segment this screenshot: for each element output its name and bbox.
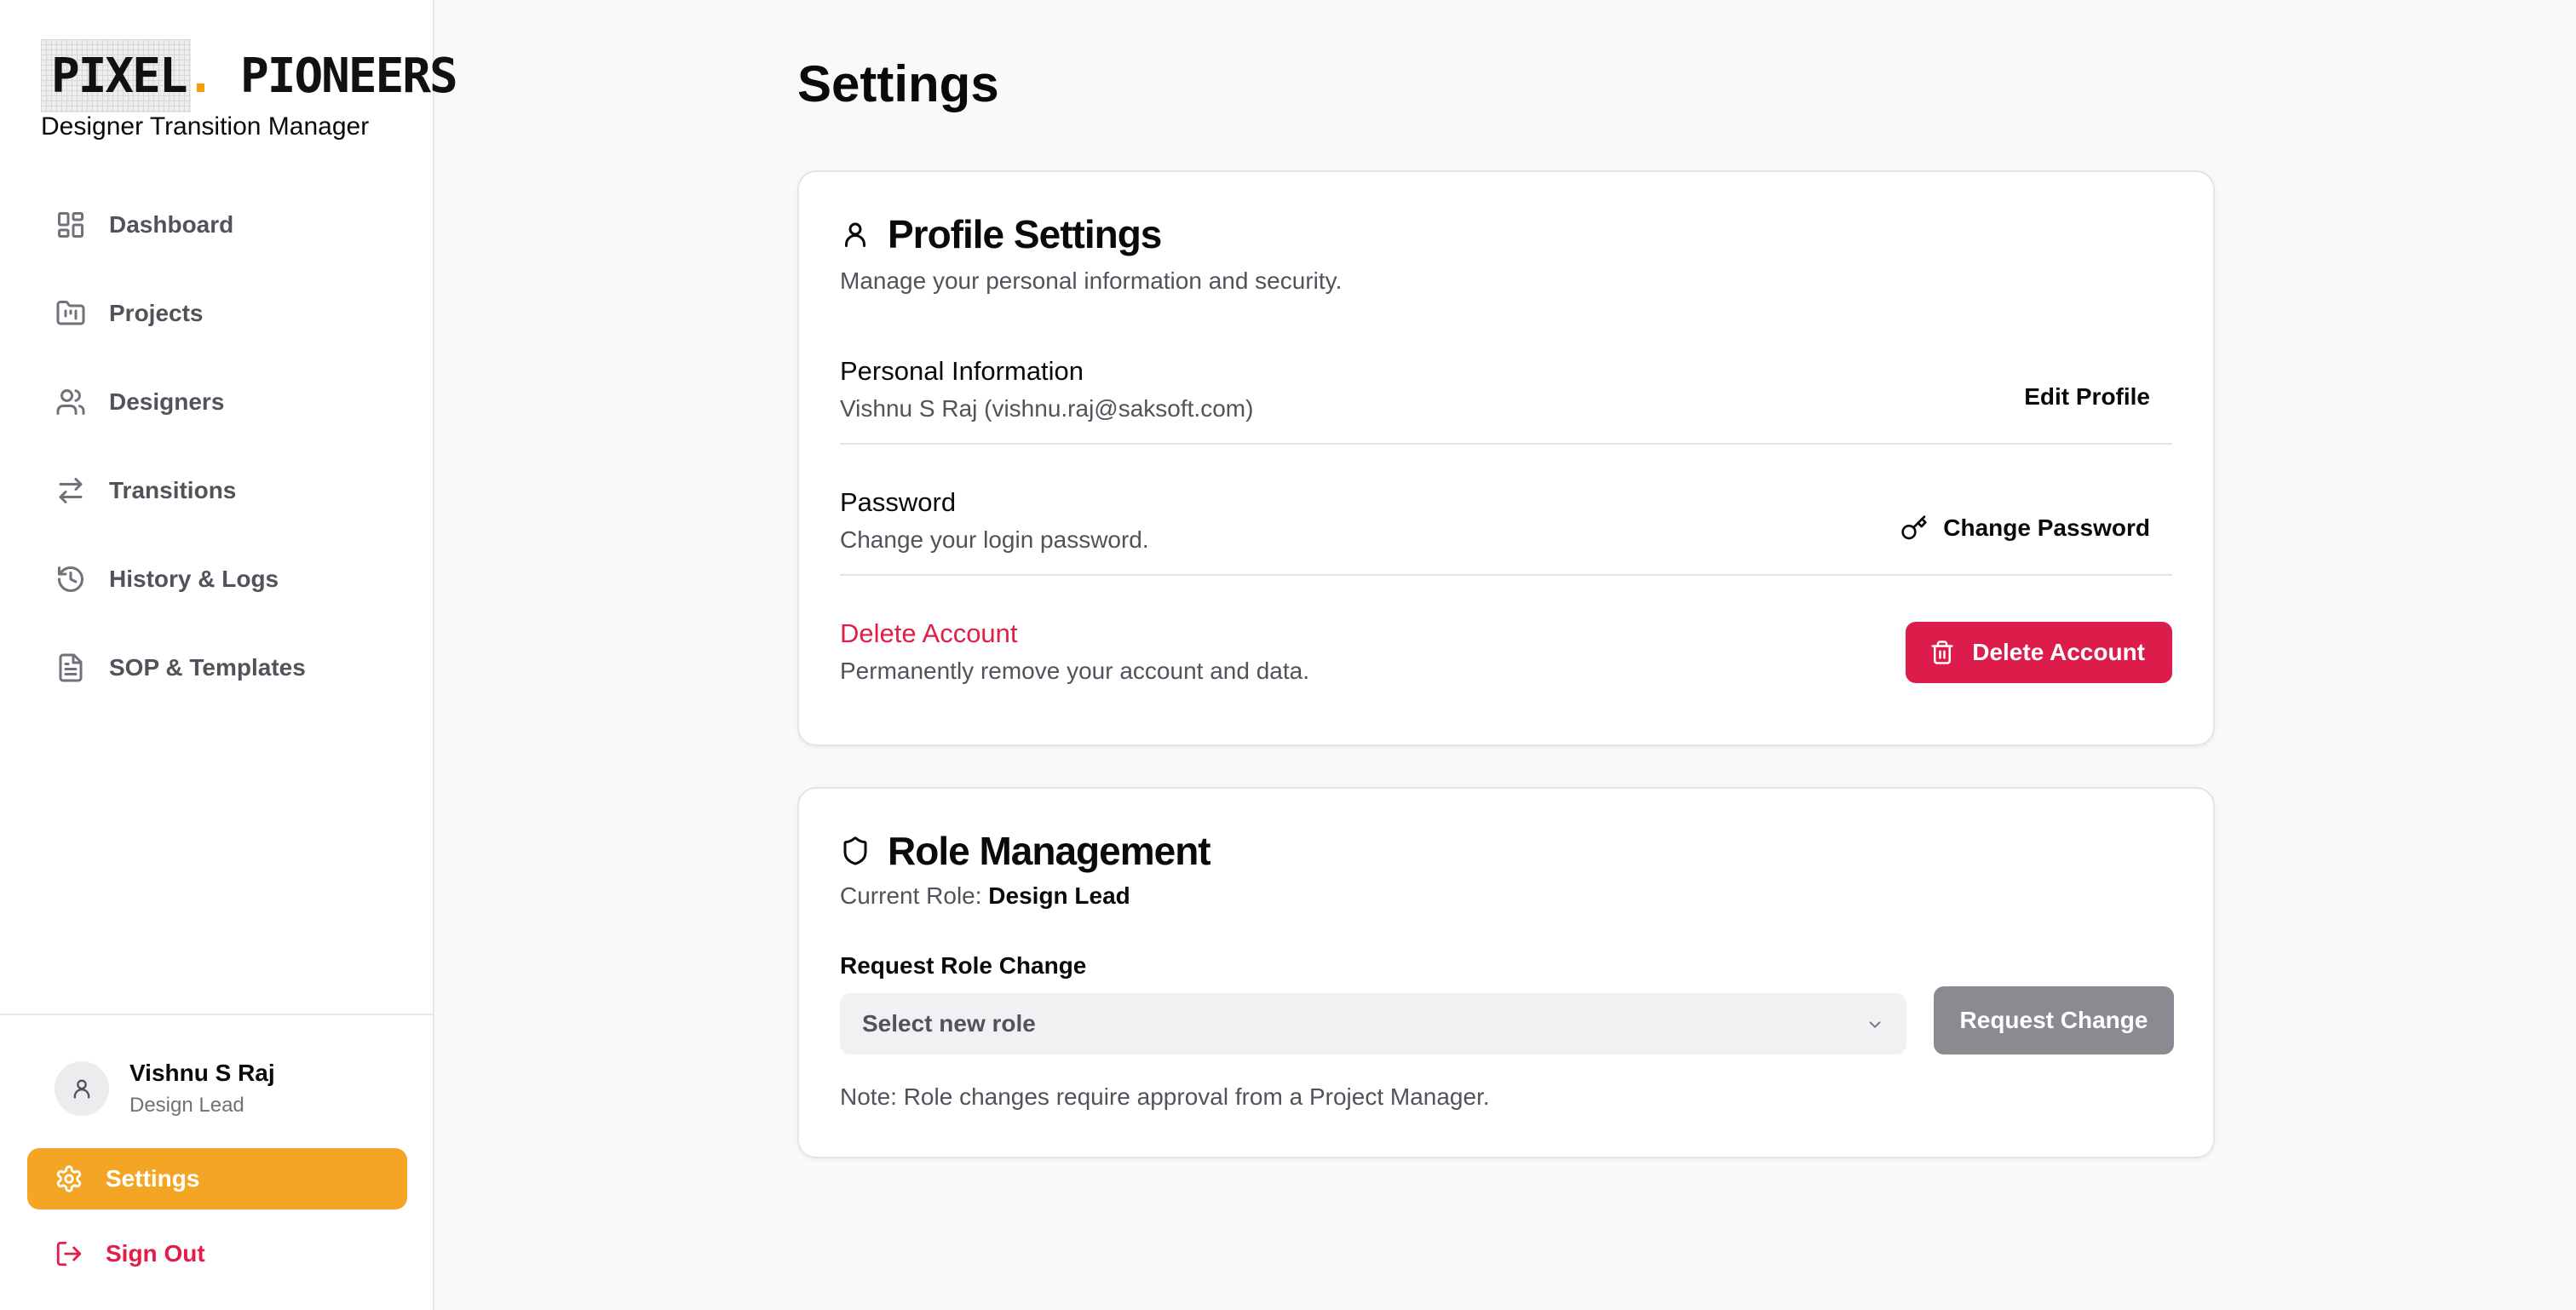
history-icon [55,563,87,595]
sidebar-footer: Vishnu S Raj Design Lead Settings Sign O… [0,1014,433,1267]
personal-information-value: Vishnu S Raj (vishnu.raj@saksoft.com) [840,395,1254,422]
sidebar-item-sop-templates[interactable]: SOP & Templates [27,637,407,698]
folder-kanban-icon [55,297,87,330]
sidebar-nav: Dashboard Projects Designers Transitions… [27,194,407,726]
sidebar-item-designers[interactable]: Designers [27,371,407,433]
sidebar-item-projects[interactable]: Projects [27,283,407,344]
chevron-down-icon [1869,1021,1881,1028]
change-password-button[interactable]: Change Password [1900,514,2150,542]
sidebar-item-label: Projects [109,300,204,326]
shield-icon [843,836,867,865]
sign-out-label: Sign Out [106,1240,205,1267]
sidebar: PIXEL. PIONEERS Designer Transition Mana… [0,0,458,1310]
user-icon [73,1079,90,1099]
page-title: Settings [797,55,999,112]
current-role-label: Current Role: [840,882,982,909]
arrows-left-right-icon [55,474,87,507]
logo-text: PIXEL. PIONEERS [51,49,458,104]
current-role: Current Role: Design Lead [840,882,1130,910]
role-select[interactable]: Select new role [840,993,1906,1054]
personal-information-title: Personal Information [840,356,1084,386]
sidebar-item-transitions[interactable]: Transitions [27,460,407,521]
avatar [55,1061,109,1116]
role-management-card: Role Management Current Role: Design Lea… [797,787,2215,1158]
user-name: Vishnu S Raj [129,1060,275,1086]
app-subtitle: Designer Transition Manager [41,112,370,141]
sidebar-item-label: Designers [109,388,225,415]
profile-settings-card: Profile Settings Manage your personal in… [797,170,2215,746]
personal-information-row: Personal Information Vishnu S Raj (vishn… [840,356,2172,445]
log-out-icon [56,1241,82,1267]
sidebar-item-history-logs[interactable]: History & Logs [27,549,407,610]
sidebar-item-label: SOP & Templates [109,654,306,681]
user-role: Design Lead [129,1094,244,1117]
key-icon [1901,515,1927,540]
password-title: Password [840,487,957,517]
sign-out-button[interactable]: Sign Out [27,1223,407,1284]
profile-card-description: Manage your personal information and sec… [840,267,1343,294]
sidebar-item-settings[interactable]: Settings [27,1148,407,1209]
dashboard-icon [55,209,87,241]
settings-label: Settings [106,1165,200,1192]
role-card-title: Role Management [888,829,1211,873]
request-role-change-label: Request Role Change [840,952,1087,979]
role-change-note: Note: Role changes require approval from… [840,1083,1490,1110]
role-card-header: Role Management [840,828,1211,874]
trash-icon [1931,641,1953,664]
delete-account-button[interactable]: Delete Account [1906,622,2172,683]
profile-card-title: Profile Settings [888,212,1162,256]
profile-card-header: Profile Settings [840,211,1162,257]
user-profile[interactable]: Vishnu S Raj Design Lead [55,1060,275,1118]
current-role-value: Design Lead [988,882,1130,909]
role-select-placeholder: Select new role [862,1010,1036,1037]
gear-icon [56,1165,82,1192]
delete-account-button-label: Delete Account [1972,639,2145,665]
sidebar-item-label: History & Logs [109,566,279,592]
change-password-label: Change Password [1943,514,2150,541]
sidebar-item-label: Transitions [109,477,237,503]
user-icon [845,222,865,247]
sidebar-item-dashboard[interactable]: Dashboard [27,194,407,256]
request-change-button[interactable]: Request Change [1934,986,2174,1054]
users-icon [55,386,87,418]
edit-profile-button[interactable]: Edit Profile [2024,383,2150,411]
password-row: Password Change your login password. Cha… [840,487,2172,576]
delete-account-row: Delete Account Permanently remove your a… [840,618,2172,707]
sidebar-item-label: Dashboard [109,211,234,238]
file-text-icon [55,652,87,684]
